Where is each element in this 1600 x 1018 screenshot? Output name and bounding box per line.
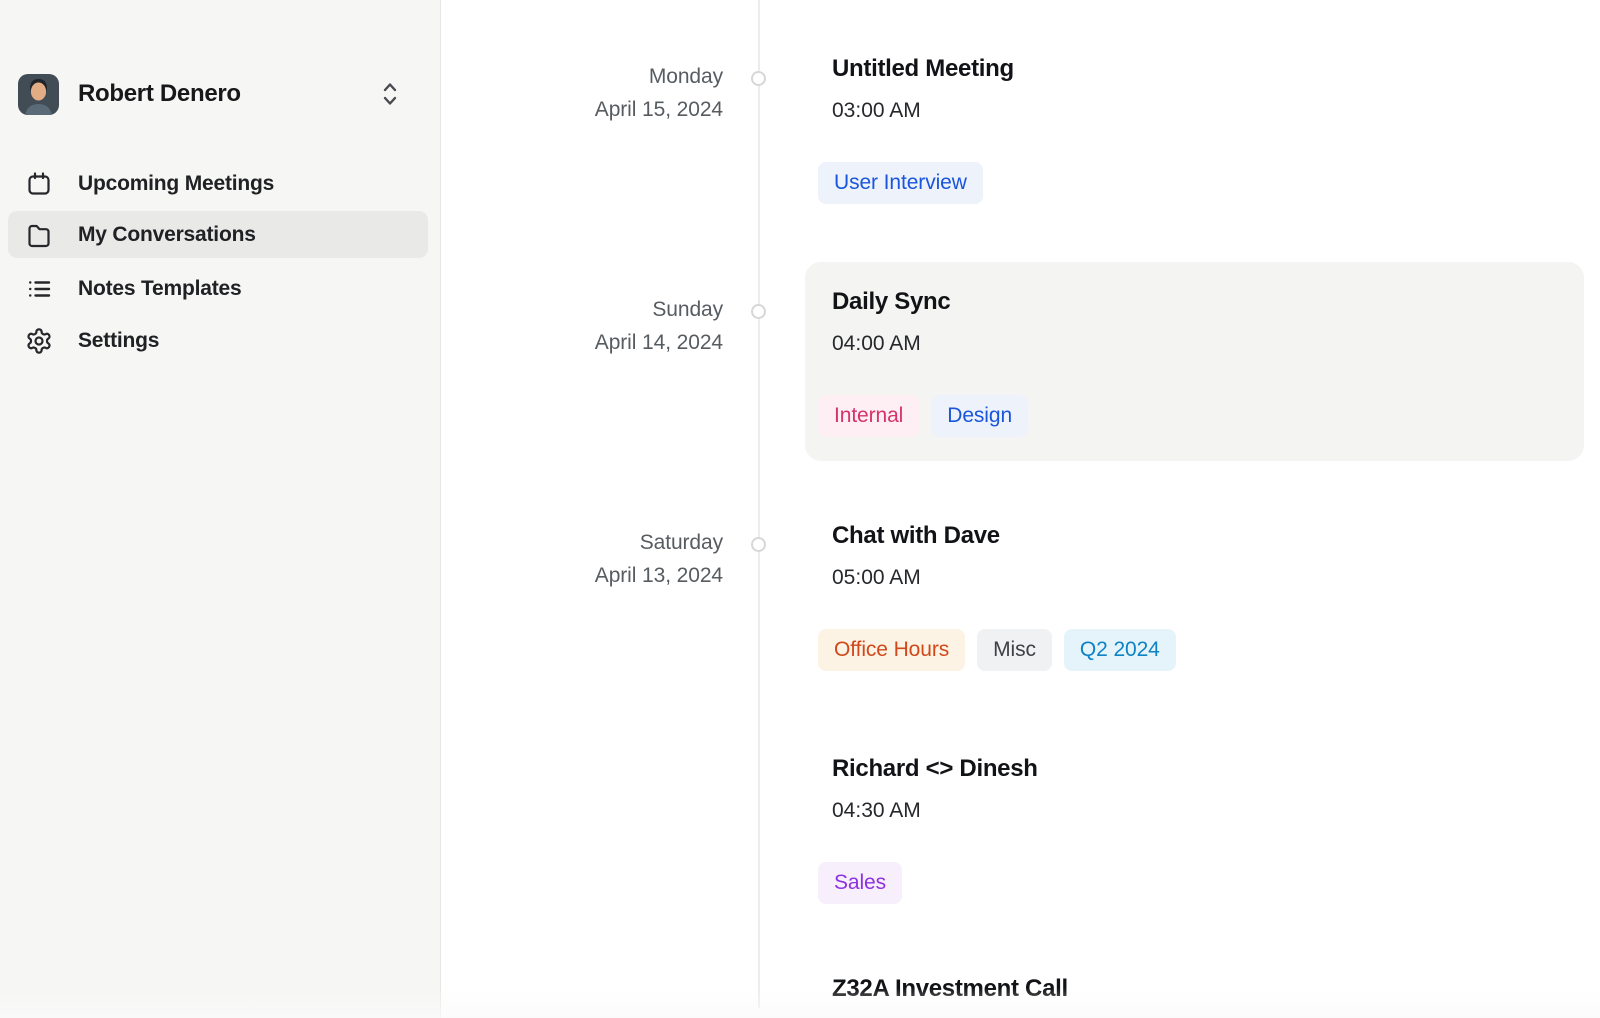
timeline-line	[758, 0, 760, 1008]
meeting-time: 04:30 AM	[832, 797, 1038, 825]
meeting-tag[interactable]: Office Hours	[818, 629, 965, 671]
meeting-time: 04:00 AM	[832, 330, 1560, 358]
timeline-dot	[751, 71, 766, 86]
meeting-tag[interactable]: User Interview	[818, 162, 983, 204]
sidebar-item-label: Settings	[78, 329, 159, 353]
meeting-title: Untitled Meeting	[832, 53, 1014, 85]
meeting-tag[interactable]: Sales	[818, 862, 902, 904]
meeting-time: 05:00 AM	[832, 564, 1176, 592]
meeting-title: Richard <> Dinesh	[832, 753, 1038, 785]
meeting-time: 03:00 AM	[832, 97, 1014, 125]
date-label: April 15, 2024	[441, 93, 723, 126]
tag-row: Sales	[818, 862, 1038, 904]
sidebar-item-label: My Conversations	[78, 223, 256, 247]
meeting-entry-chat-with-dave[interactable]: Chat with Dave 05:00 AM Office Hours Mis…	[818, 520, 1176, 671]
meeting-tag[interactable]: Design	[931, 395, 1028, 437]
timeline-dot	[751, 537, 766, 552]
date-group: Monday April 15, 2024	[441, 60, 723, 126]
date-group: Sunday April 14, 2024	[441, 293, 723, 359]
meeting-title: Daily Sync	[832, 286, 1560, 318]
sidebar-item-label: Upcoming Meetings	[78, 172, 274, 196]
day-label: Monday	[441, 60, 723, 93]
list-icon	[25, 275, 53, 303]
tag-row: User Interview	[818, 162, 1014, 204]
sidebar-item-notes-templates[interactable]: Notes Templates	[8, 265, 428, 312]
sidebar-item-my-conversations[interactable]: My Conversations	[8, 211, 428, 258]
meeting-tag[interactable]: Q2 2024	[1064, 629, 1176, 671]
sidebar: Robert Denero Upcoming Meetings My Conve…	[0, 0, 441, 1018]
sidebar-item-settings[interactable]: Settings	[8, 317, 428, 364]
sidebar-item-label: Notes Templates	[78, 277, 242, 301]
date-label: April 13, 2024	[441, 559, 723, 592]
calendar-icon	[25, 170, 53, 198]
timeline-dot	[751, 304, 766, 319]
tag-row: Internal Design	[818, 395, 1560, 437]
user-profile-switcher[interactable]: Robert Denero	[18, 73, 423, 115]
chevron-up-down-icon	[379, 80, 401, 108]
folder-icon	[25, 221, 53, 249]
tag-row: Office Hours Misc Q2 2024	[818, 629, 1176, 671]
gear-icon	[25, 327, 53, 355]
avatar	[18, 74, 59, 115]
meeting-entry-untitled-meeting[interactable]: Untitled Meeting 03:00 AM User Interview	[818, 53, 1014, 204]
meeting-entry-z32a-investment-call[interactable]: Z32A Investment Call	[818, 973, 1068, 1005]
day-label: Sunday	[441, 293, 723, 326]
meeting-entry-daily-sync[interactable]: Daily Sync 04:00 AM Internal Design	[805, 262, 1584, 461]
meeting-title: Z32A Investment Call	[832, 973, 1068, 1005]
user-name: Robert Denero	[78, 80, 379, 108]
meeting-entry-richard-dinesh[interactable]: Richard <> Dinesh 04:30 AM Sales	[818, 753, 1038, 904]
meeting-tag[interactable]: Misc	[977, 629, 1052, 671]
conversations-timeline: Monday April 15, 2024 Sunday April 14, 2…	[441, 0, 1600, 1018]
sidebar-item-upcoming-meetings[interactable]: Upcoming Meetings	[8, 160, 428, 207]
day-label: Saturday	[441, 526, 723, 559]
date-group: Saturday April 13, 2024	[441, 526, 723, 592]
meeting-title: Chat with Dave	[832, 520, 1176, 552]
date-label: April 14, 2024	[441, 326, 723, 359]
meeting-tag[interactable]: Internal	[818, 395, 919, 437]
